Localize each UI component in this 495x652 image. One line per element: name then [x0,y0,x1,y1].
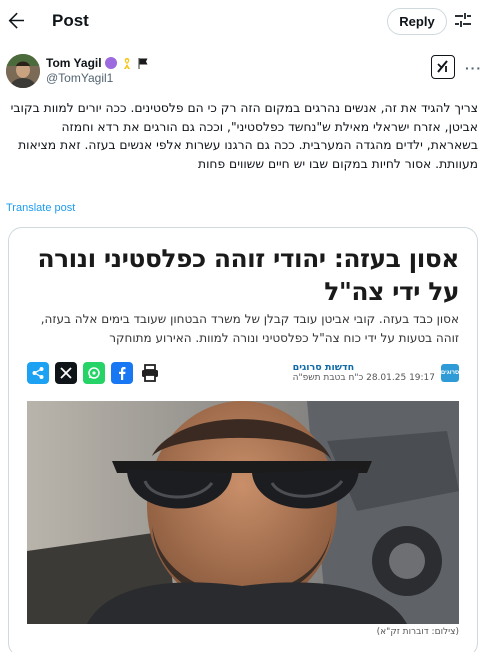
byline-details: חדשות סרוגים 19:17 28.01.25 כ"ח בטבת תשפ… [293,362,435,383]
article-hebrew-date: כ"ח בטבת תשפ"ה [292,373,364,383]
reply-button[interactable]: Reply [387,8,447,35]
top-bar: Post Reply [0,0,495,44]
post-text: צריך להגיד את זה, אנשים נהרגים במקום הזה… [10,101,478,171]
whatsapp-icon[interactable] [83,362,105,384]
share-icon[interactable] [27,362,49,384]
translate-post-link[interactable]: Translate post [6,202,75,214]
purple-circle-emoji [104,56,118,70]
page-title: Post [52,11,89,30]
article-photo [27,401,459,624]
print-icon[interactable] [139,362,161,384]
link-card[interactable]: אסון בעזה: יהודי זוהה כפלסטיני ונורה על … [8,227,478,652]
sliders-icon[interactable] [453,10,473,30]
article-subtitle: אסון כבד בעזה. קובי אביטן עובד קבלן של מ… [40,312,459,345]
share-bar [27,362,161,384]
photo-caption: (צילום: דוברות זק"א) [376,627,459,637]
author-name-row: Tom Yagil [46,55,150,71]
article-date: 19:17 28.01.25 כ"ח בטבת תשפ"ה [293,373,435,383]
byline-author[interactable]: חדשות סרוגים [293,362,354,373]
yellow-ribbon-emoji [120,56,134,70]
black-flag-emoji [136,56,150,70]
article-title: אסון בעזה: יהודי זוהה כפלסטיני ונורה על … [37,244,459,306]
site-logo: סרוגים [441,363,459,382]
article-gregorian-date: 19:17 28.01.25 [366,373,435,383]
avatar[interactable] [6,54,40,88]
facebook-icon[interactable] [111,362,133,384]
more-icon[interactable]: ··· [465,60,482,76]
author-handle[interactable]: @TomYagil1 [46,71,113,85]
article-byline: סרוגים חדשות סרוגים 19:17 28.01.25 כ"ח ב… [293,362,460,383]
grok-icon[interactable] [431,55,455,79]
arrow-left-icon[interactable] [4,8,28,32]
author-name[interactable]: Tom Yagil [46,56,102,70]
x-icon[interactable] [55,362,77,384]
